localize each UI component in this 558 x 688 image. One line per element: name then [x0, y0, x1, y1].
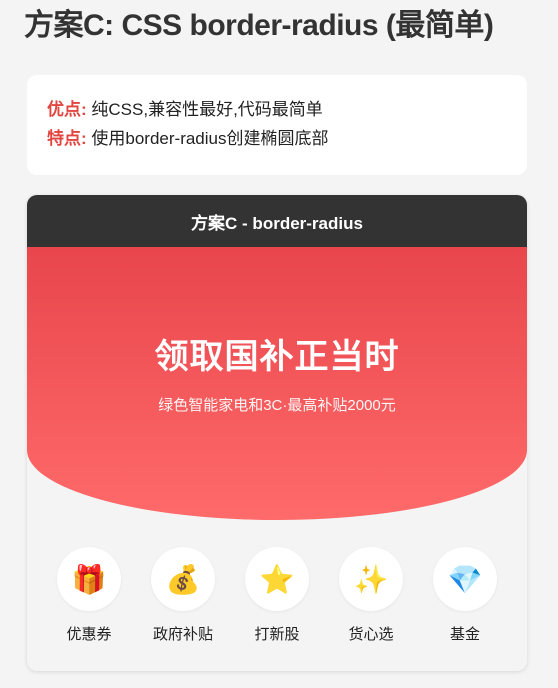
icon-label: 基金: [449, 626, 480, 643]
hero-subtitle: 绿色智能家电和3C·最高补贴2000元: [158, 397, 396, 414]
gift-icon: 🎁: [57, 547, 121, 611]
diamond-icon: 💎: [433, 547, 497, 611]
money-bag-icon: 💰: [151, 547, 215, 611]
pros-line: 优点: 纯CSS,兼容性最好,代码最简单: [47, 95, 507, 124]
feature-key: 特点:: [47, 129, 87, 148]
icon-label: 政府补贴: [152, 626, 213, 643]
feature-text: 使用border-radius创建椭圆底部: [86, 129, 329, 148]
icon-item-subsidy[interactable]: 💰 政府补贴: [151, 547, 215, 644]
hero-title: 领取国补正当时: [154, 338, 400, 376]
pros-key: 优点:: [47, 100, 87, 119]
demo-card: 方案C - border-radius 领取国补正当时 绿色智能家电和3C·最高…: [27, 195, 527, 671]
icon-row: 🎁 优惠券 💰 政府补贴 ⭐ 打新股 ✨ 货心选 💎 基金: [27, 547, 527, 644]
pros-text: 纯CSS,兼容性最好,代码最简单: [86, 100, 323, 119]
icon-item-coupon[interactable]: 🎁 优惠券: [57, 547, 121, 644]
hero-banner: 领取国补正当时 绿色智能家电和3C·最高补贴2000元: [27, 247, 527, 520]
icon-item-selection[interactable]: ✨ 货心选: [339, 547, 403, 644]
icon-label: 优惠券: [66, 626, 112, 643]
icon-label: 打新股: [254, 626, 300, 643]
icon-item-ipo[interactable]: ⭐ 打新股: [245, 547, 309, 644]
icon-label: 货心选: [348, 626, 394, 643]
demo-header: 方案C - border-radius: [27, 195, 527, 247]
sparkles-icon: ✨: [339, 547, 403, 611]
feature-line: 特点: 使用border-radius创建椭圆底部: [47, 124, 507, 153]
info-card: 优点: 纯CSS,兼容性最好,代码最简单 特点: 使用border-radius…: [27, 75, 527, 175]
icon-item-fund[interactable]: 💎 基金: [433, 547, 497, 644]
page-title: 方案C: CSS border-radius (最简单): [24, 9, 494, 42]
star-icon: ⭐: [245, 547, 309, 611]
